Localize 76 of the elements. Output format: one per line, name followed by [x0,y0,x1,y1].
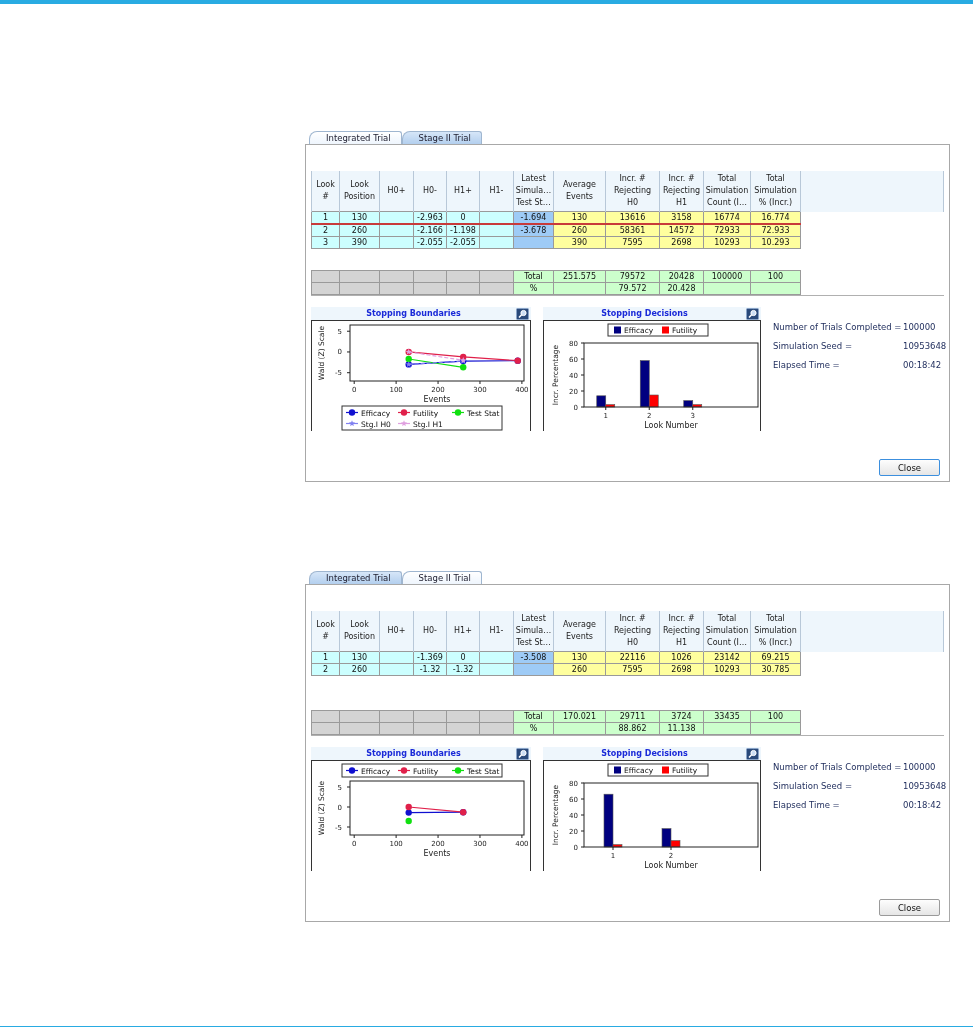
column-header: Incr. # Rejecting H1 [659,171,704,212]
stat-value: 00:18:42 [903,800,943,811]
column-header: H1+ [446,171,480,212]
table-cell: 130 [339,211,380,224]
table-cell: 130 [553,211,606,224]
table-cell: 33435 [703,710,751,723]
table-cell: 16.774 [750,211,801,224]
column-header: H0+ [379,171,414,212]
stat-value: 00:18:42 [903,360,943,371]
table-cell: Total [513,710,554,723]
table-cell: 170.021 [553,710,606,723]
column-header: Total Simulation Count (I… [703,171,751,212]
axis-title: Look Number [644,861,698,870]
column-header: H0+ [379,611,414,652]
table-cell: -3.508 [513,651,554,664]
table-cell: 130 [339,651,380,664]
axis-title: Events [423,395,451,404]
stat-value: 10953648 [903,781,947,792]
table-cell: 29711 [605,710,660,723]
table-cell: -1.369 [413,651,447,664]
table-cell: 16774 [703,211,751,224]
column-header: Look # [311,611,340,652]
column-header: Total Simulation Count (I… [703,611,751,652]
table-cell: 251.575 [553,270,606,283]
table-cell: 0 [446,211,480,224]
table-cell: 20428 [659,270,704,283]
axis-title: Look Number [644,421,698,430]
table-cell: 13616 [605,211,660,224]
column-header: Look # [311,171,340,212]
stat-value: 100000 [903,762,937,773]
column-header: H1+ [446,611,480,652]
chart-title: Stopping Decisions [600,309,689,318]
column-header: H0- [413,171,447,212]
chart-title: Stopping Boundaries [365,749,462,758]
table-cell: 100000 [703,270,751,283]
table-cell: 0 [446,651,480,664]
stat-label: Number of Trials Completed = [773,322,903,333]
stat-value: 100000 [903,322,937,333]
table-cell: 130 [553,651,606,664]
column-header: Total Simulation % (Incr.) [750,611,801,652]
stat-label: Number of Trials Completed = [773,762,903,773]
stat-label: Simulation Seed = [773,781,854,792]
table-cell: 79572 [605,270,660,283]
column-header: H1- [479,171,514,212]
column-header: H1- [479,611,514,652]
chart-title: Stopping Decisions [600,749,689,758]
table-cell: 1 [311,211,340,224]
table-cell: -2.963 [413,211,447,224]
stat-label: Elapsed Time = [773,360,841,371]
table-cell: 3158 [659,211,704,224]
column-header: Incr. # Rejecting H0 [605,171,660,212]
column-header: Incr. # Rejecting H1 [659,611,704,652]
column-header: Average Events [553,171,606,212]
column-header: Look Position [339,611,380,652]
table-cell: 1026 [659,651,704,664]
column-header: Look Position [339,171,380,212]
table-cell: 1 [311,651,340,664]
stat-label: Elapsed Time = [773,800,841,811]
table-cell: 69.215 [750,651,801,664]
table-cell: 100 [750,710,801,723]
axis-title: Events [423,849,451,858]
column-header: Total Simulation % (Incr.) [750,171,801,212]
column-header: H0- [413,611,447,652]
table-cell: Total [513,270,554,283]
table-cell: 100 [750,270,801,283]
column-header: Latest Simula… Test St… [513,171,554,212]
column-header: Incr. # Rejecting H0 [605,611,660,652]
column-header: Average Events [553,611,606,652]
table-cell: -1.694 [513,211,554,224]
table-cell: 23142 [703,651,751,664]
table-cell: 3724 [659,710,704,723]
stat-value: 10953648 [903,341,947,352]
table-cell: 22116 [605,651,660,664]
stat-label: Simulation Seed = [773,341,854,352]
chart-title: Stopping Boundaries [365,309,462,318]
column-header: Latest Simula… Test St… [513,611,554,652]
